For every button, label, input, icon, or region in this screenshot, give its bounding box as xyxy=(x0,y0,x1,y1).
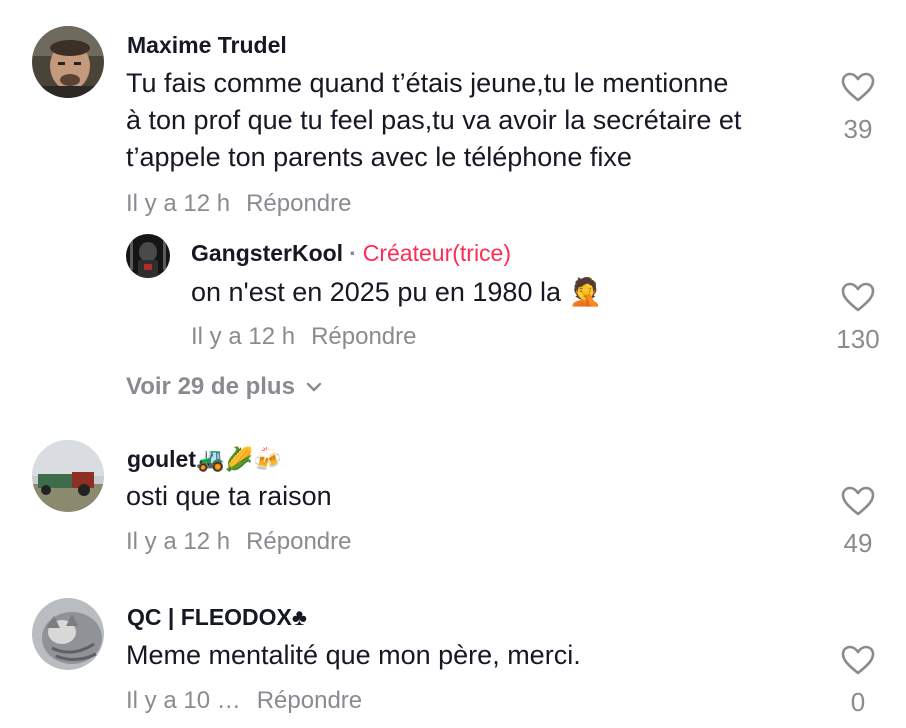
avatar[interactable] xyxy=(32,598,104,670)
avatar-image xyxy=(32,598,104,670)
comment-meta: Il y a 10 … Répondre xyxy=(126,687,362,715)
like-count: 130 xyxy=(836,324,880,354)
view-more-label: Voir 29 de plus xyxy=(126,373,295,400)
reply-timestamp: Il y a 12 h xyxy=(191,323,296,350)
comment-username[interactable]: Maxime Trudel xyxy=(127,32,287,59)
view-more-replies-button[interactable]: Voir 29 de plus xyxy=(126,373,323,401)
heart-outline-icon xyxy=(841,486,875,516)
like-button[interactable]: 0 xyxy=(826,645,890,717)
comment-timestamp: Il y a 12 h xyxy=(126,190,231,217)
avatar-image xyxy=(126,234,170,278)
reply-button[interactable]: Répondre xyxy=(311,323,416,351)
avatar-image xyxy=(32,26,104,98)
reply-text: on n'est en 2025 pu en 1980 la 🤦 xyxy=(191,277,603,307)
comment-text-line: Tu fais comme quand t’étais jeune,tu le … xyxy=(126,68,729,98)
like-button[interactable]: 39 xyxy=(826,72,890,144)
comment-text-line: t’appele ton parents avec le téléphone f… xyxy=(126,142,632,172)
reply-username[interactable]: GangsterKool xyxy=(191,240,343,267)
like-count: 0 xyxy=(850,687,866,717)
comment-timestamp: Il y a 12 h xyxy=(126,528,231,555)
separator-dot: · xyxy=(349,240,357,266)
reply-button[interactable]: Répondre xyxy=(257,687,362,715)
comment-text-line: à ton prof que tu feel pas,tu va avoir l… xyxy=(126,105,742,135)
avatar-image xyxy=(32,440,104,512)
reply-button[interactable]: Répondre xyxy=(246,190,351,218)
comments-list: Maxime Trudel Tu fais comme quand t’étai… xyxy=(0,0,906,728)
comment-timestamp: Il y a 10 … xyxy=(126,687,241,714)
heart-outline-icon xyxy=(841,645,875,675)
reply-username-row: GangsterKool · Créateur(trice) xyxy=(191,240,511,267)
heart-outline-icon xyxy=(841,282,875,312)
comment-text: Tu fais comme quand t’étais jeune,tu le … xyxy=(126,65,741,176)
reply-button[interactable]: Répondre xyxy=(246,528,351,556)
comment-meta: Il y a 12 h Répondre xyxy=(126,190,351,218)
like-count: 49 xyxy=(843,528,873,558)
like-count: 39 xyxy=(843,114,873,144)
avatar[interactable] xyxy=(32,440,104,512)
reply-meta: Il y a 12 h Répondre xyxy=(191,323,416,351)
comment-text: osti que ta raison xyxy=(126,481,332,511)
comment-username[interactable]: goulet🚜🌽🍻 xyxy=(127,446,282,473)
like-button[interactable]: 130 xyxy=(826,282,890,354)
heart-outline-icon xyxy=(841,72,875,102)
comment-text: Meme mentalité que mon père, merci. xyxy=(126,640,581,670)
avatar[interactable] xyxy=(126,234,170,278)
like-button[interactable]: 49 xyxy=(826,486,890,558)
creator-badge: Créateur(trice) xyxy=(362,240,512,266)
avatar[interactable] xyxy=(32,26,104,98)
chevron-down-icon xyxy=(306,382,322,392)
comment-username[interactable]: QC | FLEODOX♣ xyxy=(127,604,307,631)
comment-meta: Il y a 12 h Répondre xyxy=(126,528,351,556)
